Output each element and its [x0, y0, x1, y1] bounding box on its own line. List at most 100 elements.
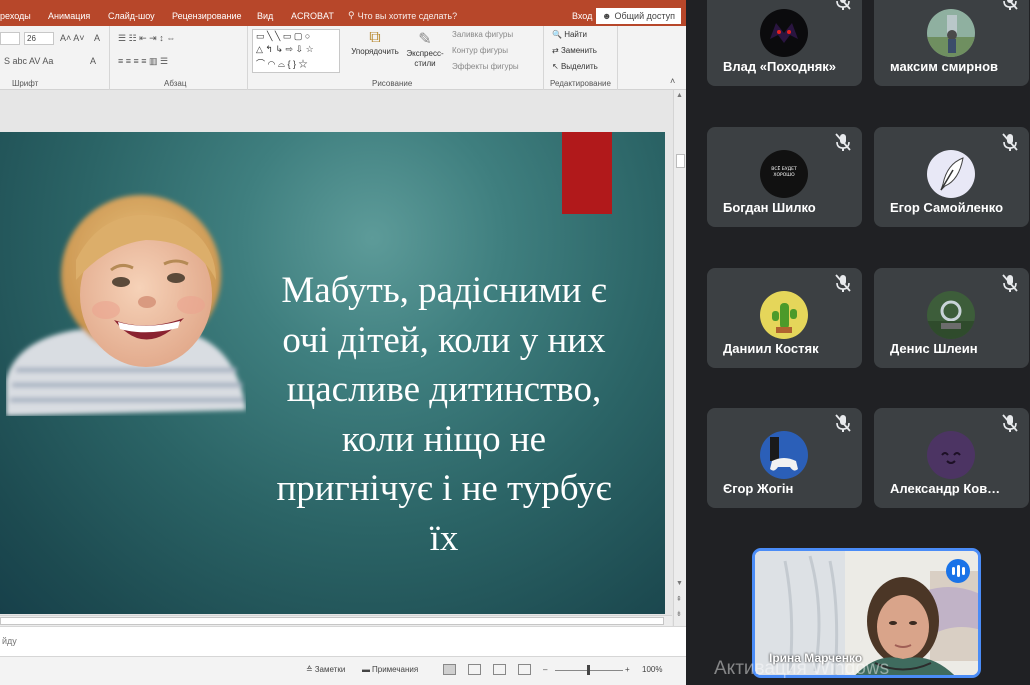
- paragraph-group: ☰ ☷ ⇤ ⇥ ↕ ⇔ ≡ ≡ ≡ ≡ ▥ ☰ Абзац: [110, 26, 248, 90]
- comments-toggle[interactable]: ▬ Примечания: [362, 665, 418, 674]
- slide-sorter-icon[interactable]: [468, 664, 481, 675]
- participant-tile[interactable]: Єгор Жогін: [707, 408, 862, 508]
- participant-name: Даниил Костяк: [723, 341, 819, 356]
- clear-format-icon[interactable]: A: [94, 33, 100, 43]
- slide-canvas[interactable]: Мабуть, радісними є очі дітей, коли у ни…: [0, 132, 665, 614]
- tab-review[interactable]: Рецензирование: [172, 11, 242, 21]
- tell-me-box[interactable]: ⚲ Что вы хотите сделать?: [348, 10, 457, 21]
- mic-off-icon: [999, 131, 1021, 153]
- zoom-out-icon[interactable]: –: [543, 665, 547, 674]
- mic-off-icon: [999, 0, 1021, 12]
- participant-avatar: [760, 291, 808, 339]
- editing-group: 🔍 Найти ⇄ Заменить ↖ Выделить Редактиров…: [544, 26, 618, 90]
- comment-icon: ▬: [362, 665, 370, 674]
- zoom-in-icon[interactable]: +: [625, 665, 630, 674]
- notes-pane[interactable]: йду: [0, 626, 686, 656]
- mic-off-icon: [832, 412, 854, 434]
- meet-participants-panel: Влад «Походняк» максим смирнов ВСЁ БУДЕТ Х…: [690, 0, 1030, 685]
- select-button[interactable]: ↖ Выделить: [552, 62, 598, 71]
- find-button[interactable]: 🔍 Найти: [552, 30, 587, 39]
- prev-slide-icon[interactable]: ⇞: [676, 595, 682, 603]
- ribbon-tabs: реходы Анимация Слайд-шоу Рецензирование…: [0, 6, 686, 26]
- vertical-scrollbar[interactable]: ▲ ▼ ⇞ ⇟: [673, 90, 686, 635]
- grow-font-icon[interactable]: A˄ A˅: [60, 33, 85, 43]
- red-accent-rectangle: [562, 132, 612, 214]
- shape-outline[interactable]: Контур фигуры: [452, 46, 508, 55]
- participant-avatar: [927, 431, 975, 479]
- participant-name: Егор Самойленко: [890, 200, 1004, 215]
- participant-tile[interactable]: Егор Самойленко: [874, 127, 1029, 227]
- participant-avatar: [927, 150, 975, 198]
- participant-name: Влад «Походняк»: [723, 59, 837, 74]
- font-name-field[interactable]: [0, 32, 20, 45]
- scroll-down-icon[interactable]: ▼: [676, 580, 683, 587]
- tab-transitions[interactable]: реходы: [0, 11, 31, 21]
- reading-view-icon[interactable]: [493, 664, 506, 675]
- font-effects-icon[interactable]: S abc AV Aa: [4, 56, 53, 66]
- slideshow-view-icon[interactable]: [518, 664, 531, 675]
- horizontal-scrollbar[interactable]: [0, 615, 672, 626]
- arrange-label: Упорядочить: [351, 47, 399, 56]
- speaking-indicator-icon: [946, 559, 970, 583]
- participant-tile[interactable]: Александр Ков…: [874, 408, 1029, 508]
- participant-avatar: [760, 9, 808, 57]
- zoom-slider-thumb[interactable]: [587, 665, 590, 675]
- next-slide-icon[interactable]: ⇟: [676, 610, 682, 618]
- font-color-icon[interactable]: A: [90, 56, 96, 66]
- share-button[interactable]: ☻ Общий доступ: [596, 8, 681, 24]
- arrange-button[interactable]: ⧉ Упорядочить: [350, 29, 400, 56]
- tab-slideshow[interactable]: Слайд-шоу: [108, 11, 155, 21]
- mic-off-icon: [832, 131, 854, 153]
- quick-styles-icon: ✎: [418, 31, 432, 48]
- participant-tile[interactable]: Влад «Походняк»: [707, 0, 862, 86]
- participant-tile[interactable]: максим смирнов: [874, 0, 1029, 86]
- mic-off-icon: [832, 272, 854, 294]
- tab-view[interactable]: Вид: [257, 11, 273, 21]
- font-size-field[interactable]: 26: [24, 32, 54, 45]
- editing-group-label: Редактирование: [550, 79, 611, 88]
- tell-me-text: Что вы хотите сделать?: [357, 10, 458, 21]
- scroll-up-icon[interactable]: ▲: [676, 92, 683, 99]
- participant-name: Богдан Шилко: [723, 200, 816, 215]
- quick-styles-button[interactable]: ✎ Экспресс-стили: [400, 29, 450, 69]
- shape-effects[interactable]: Эффекты фигуры: [452, 62, 519, 71]
- tab-acrobat[interactable]: ACROBAT: [291, 11, 334, 21]
- zoom-level[interactable]: 100%: [642, 665, 662, 674]
- collapse-ribbon-icon[interactable]: ˄: [670, 76, 675, 86]
- arrange-icon: ⧉: [369, 29, 381, 46]
- share-label: Общий доступ: [614, 11, 675, 21]
- participant-tile[interactable]: Даниил Костяк: [707, 268, 862, 368]
- notes-icon: ≙: [306, 665, 313, 674]
- slide-editor: Мабуть, радісними є очі дітей, коли у ни…: [0, 90, 686, 635]
- align-buttons-icon[interactable]: ≡ ≡ ≡ ≡ ▥ ☰: [118, 56, 168, 67]
- participant-avatar: [927, 291, 975, 339]
- person-icon: ☻: [602, 11, 612, 21]
- h-scroll-thumb[interactable]: [0, 617, 664, 625]
- laughing-child-image: [6, 195, 246, 416]
- screen: реходы Анимация Слайд-шоу Рецензирование…: [0, 0, 1030, 685]
- shape-fill[interactable]: Заливка фигуры: [452, 30, 513, 39]
- avatar-logo-text: ВСЁ БУДЕТ ХОРОШО: [771, 167, 797, 178]
- mic-off-icon: [999, 272, 1021, 294]
- drawing-group-label: Рисование: [372, 79, 413, 88]
- participant-tile[interactable]: Денис Шлеин: [874, 268, 1029, 368]
- participant-tile[interactable]: ВСЁ БУДЕТ ХОРОШО Богдан Шилко: [707, 127, 862, 227]
- font-group-label: Шрифт: [12, 79, 39, 88]
- participant-name: Єгор Жогін: [723, 481, 794, 496]
- list-buttons-icon[interactable]: ☰ ☷ ⇤ ⇥ ↕ ⇔: [118, 33, 175, 44]
- ribbon: 26 A˄ A˅ A S abc AV Aa A Шрифт ☰ ☷ ⇤ ⇥ ↕…: [0, 26, 686, 90]
- notes-toggle[interactable]: ≙ Заметки: [306, 665, 345, 674]
- notes-placeholder: йду: [2, 636, 17, 646]
- lightbulb-icon: ⚲: [348, 10, 355, 20]
- participant-avatar: ВСЁ БУДЕТ ХОРОШО: [760, 150, 808, 198]
- status-bar: ≙ Заметки ▬ Примечания – + 100%: [0, 656, 686, 685]
- shapes-gallery[interactable]: ▭ ╲ ╲ ▭ ▢ ○ △ ↰ ↳ ⇨ ⇩ ☆ ⌒ ◠ ⌓ { } ☆: [252, 29, 340, 73]
- scroll-thumb[interactable]: [676, 154, 685, 168]
- signin-link[interactable]: Вход: [572, 11, 592, 21]
- tab-animation[interactable]: Анимация: [48, 11, 90, 21]
- powerpoint-window: реходы Анимация Слайд-шоу Рецензирование…: [0, 0, 686, 685]
- replace-button[interactable]: ⇄ Заменить: [552, 46, 597, 55]
- slide-quote-text[interactable]: Мабуть, радісними є очі дітей, коли у ни…: [268, 266, 620, 563]
- normal-view-icon[interactable]: [443, 664, 456, 675]
- participant-avatar: [760, 431, 808, 479]
